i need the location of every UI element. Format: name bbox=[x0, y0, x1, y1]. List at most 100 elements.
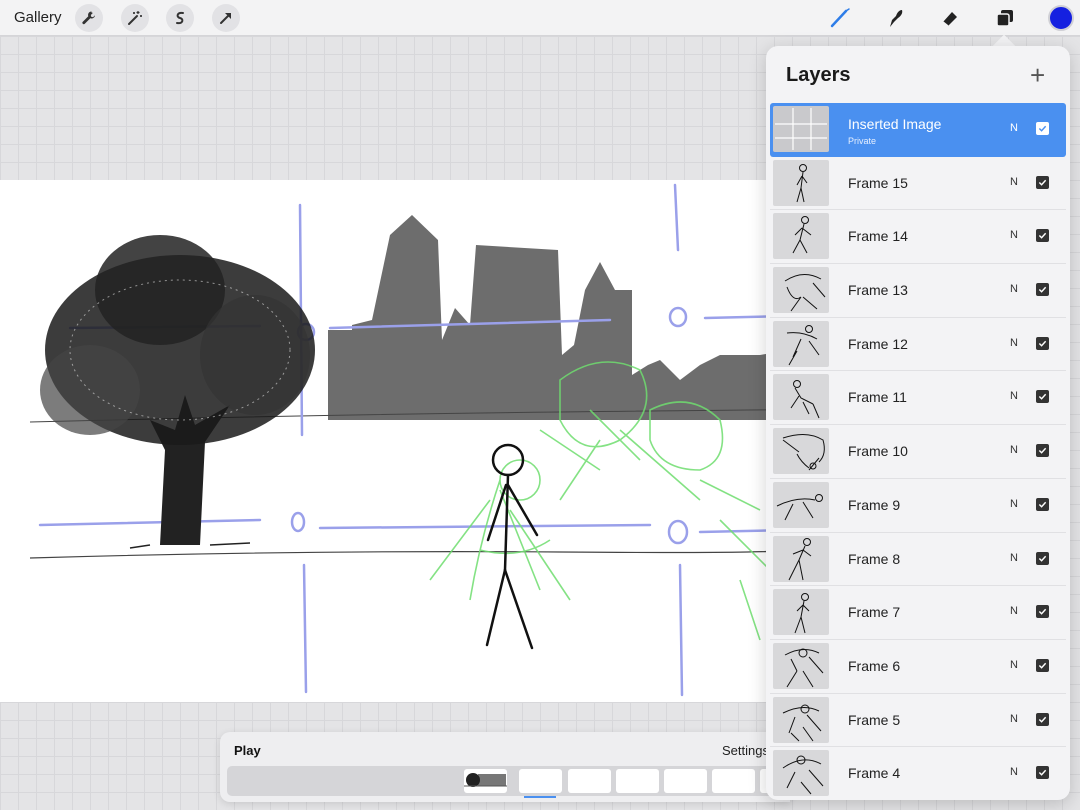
layer-row[interactable]: Frame 15 N bbox=[770, 157, 1066, 211]
top-toolbar: Gallery bbox=[0, 0, 1080, 36]
layer-thumbnail[interactable] bbox=[773, 589, 829, 636]
gallery-button[interactable]: Gallery bbox=[14, 9, 62, 26]
layer-visibility-checkbox[interactable] bbox=[1036, 766, 1049, 780]
frame-thumb[interactable] bbox=[519, 769, 562, 793]
checkmark-icon bbox=[1038, 286, 1047, 293]
smudge-icon[interactable] bbox=[882, 5, 908, 31]
layer-thumbnail[interactable] bbox=[773, 642, 829, 689]
layer-thumbnail[interactable] bbox=[773, 106, 829, 152]
tree-drawing bbox=[40, 235, 315, 549]
checkmark-icon bbox=[1038, 770, 1047, 777]
blend-mode-button[interactable]: N bbox=[1010, 283, 1018, 295]
layer-visibility-checkbox[interactable] bbox=[1036, 175, 1049, 189]
layer-visibility-checkbox[interactable] bbox=[1036, 712, 1049, 726]
magic-wand-icon[interactable] bbox=[121, 4, 149, 32]
layer-name: Frame 4 bbox=[848, 765, 901, 782]
layer-name: Frame 9 bbox=[848, 496, 901, 513]
layer-visibility-checkbox[interactable] bbox=[1036, 336, 1049, 350]
checkmark-icon bbox=[1038, 447, 1047, 454]
eraser-icon[interactable] bbox=[937, 5, 963, 31]
layer-name: Frame 10 bbox=[848, 443, 908, 460]
settings-button[interactable]: Settings bbox=[722, 743, 769, 758]
layer-name: Frame 11 bbox=[848, 389, 907, 406]
layer-name: Inserted Image bbox=[848, 116, 942, 132]
layer-list: Inserted Image Private N Frame 15 N Frame 14 N… bbox=[770, 103, 1066, 800]
layer-visibility-checkbox[interactable] bbox=[1036, 658, 1049, 672]
layer-thumbnail[interactable] bbox=[773, 320, 829, 367]
checkmark-icon bbox=[1038, 555, 1047, 562]
blend-mode-button[interactable]: N bbox=[1010, 766, 1018, 778]
frame-thumb[interactable] bbox=[568, 769, 611, 793]
layer-name: Frame 15 bbox=[848, 174, 908, 191]
layer-row[interactable]: Frame 14 N bbox=[770, 210, 1066, 265]
blend-mode-button[interactable]: N bbox=[1010, 659, 1018, 671]
drawing-canvas[interactable] bbox=[0, 180, 790, 702]
layer-thumbnail[interactable] bbox=[773, 535, 829, 582]
layer-row[interactable]: Frame 8 N bbox=[770, 533, 1066, 587]
layer-row[interactable]: Frame 10 N bbox=[770, 425, 1066, 479]
blend-mode-button[interactable]: N bbox=[1010, 605, 1018, 617]
layer-row[interactable]: Inserted Image Private N bbox=[770, 103, 1066, 157]
layer-visibility-checkbox[interactable] bbox=[1036, 229, 1049, 243]
layer-visibility-checkbox[interactable] bbox=[1036, 551, 1049, 565]
layer-thumbnail[interactable] bbox=[773, 750, 829, 797]
layer-visibility-checkbox[interactable] bbox=[1036, 497, 1049, 511]
frame-thumb[interactable] bbox=[664, 769, 707, 793]
layer-thumbnail[interactable] bbox=[773, 428, 829, 475]
frame-thumb[interactable] bbox=[464, 769, 507, 793]
blend-mode-button[interactable]: N bbox=[1010, 337, 1018, 349]
play-button[interactable]: Play bbox=[234, 743, 261, 758]
layer-row[interactable]: Frame 4 N bbox=[770, 747, 1066, 800]
blend-mode-button[interactable]: N bbox=[1010, 713, 1018, 725]
blend-mode-button[interactable]: N bbox=[1010, 444, 1018, 456]
layer-row[interactable]: Frame 5 N bbox=[770, 694, 1066, 748]
layer-name: Frame 7 bbox=[848, 604, 901, 621]
blend-mode-button[interactable]: N bbox=[1010, 122, 1018, 134]
layer-name: Frame 13 bbox=[848, 282, 908, 299]
layer-visibility-checkbox[interactable] bbox=[1036, 122, 1049, 135]
layer-visibility-checkbox[interactable] bbox=[1036, 605, 1049, 619]
layer-visibility-checkbox[interactable] bbox=[1036, 444, 1049, 458]
layer-row[interactable]: Frame 6 N bbox=[770, 640, 1066, 694]
layer-thumbnail[interactable] bbox=[773, 267, 829, 314]
color-picker-swatch[interactable] bbox=[1048, 5, 1074, 31]
blend-mode-button[interactable]: N bbox=[1010, 176, 1018, 188]
layers-icon[interactable] bbox=[992, 5, 1018, 31]
blend-mode-button[interactable]: N bbox=[1010, 229, 1018, 241]
layer-name: Frame 8 bbox=[848, 550, 901, 567]
layers-panel: Layers + Inserted Image Private N Frame 15 N… bbox=[766, 46, 1070, 800]
layer-name: Frame 12 bbox=[848, 335, 908, 352]
frame-thumb[interactable] bbox=[616, 769, 659, 793]
playhead-indicator bbox=[524, 796, 556, 798]
frame-timeline[interactable] bbox=[227, 766, 790, 796]
selection-icon[interactable] bbox=[166, 4, 194, 32]
canvas-artwork bbox=[29, 183, 790, 697]
layer-row[interactable]: Frame 9 N bbox=[770, 479, 1066, 533]
add-layer-button[interactable]: + bbox=[1030, 62, 1045, 88]
transform-arrow-icon[interactable] bbox=[212, 4, 240, 32]
layer-name: Frame 6 bbox=[848, 657, 901, 674]
layer-row[interactable]: Frame 7 N bbox=[770, 586, 1066, 640]
brush-icon[interactable] bbox=[827, 5, 853, 31]
layer-thumbnail[interactable] bbox=[773, 159, 829, 206]
layer-row[interactable]: Frame 12 N bbox=[770, 318, 1066, 372]
frame-thumb[interactable] bbox=[712, 769, 755, 793]
blend-mode-button[interactable]: N bbox=[1010, 552, 1018, 564]
checkmark-icon bbox=[1038, 501, 1047, 508]
blend-mode-button[interactable]: N bbox=[1010, 390, 1018, 402]
layer-thumbnail[interactable] bbox=[773, 481, 829, 528]
layer-thumbnail[interactable] bbox=[773, 374, 829, 421]
layer-thumbnail[interactable] bbox=[773, 213, 829, 260]
layers-panel-title: Layers bbox=[786, 64, 851, 86]
layer-thumbnail[interactable] bbox=[773, 696, 829, 743]
layer-name: Frame 5 bbox=[848, 711, 901, 728]
wrench-icon[interactable] bbox=[75, 4, 103, 32]
checkmark-icon bbox=[1038, 125, 1047, 132]
layer-row[interactable]: Frame 11 N bbox=[770, 371, 1066, 426]
checkmark-icon bbox=[1038, 394, 1047, 401]
animation-assist-bar: Play Settings bbox=[220, 732, 790, 802]
layer-row[interactable]: Frame 13 N bbox=[770, 264, 1066, 318]
blend-mode-button[interactable]: N bbox=[1010, 498, 1018, 510]
layer-visibility-checkbox[interactable] bbox=[1036, 283, 1049, 297]
layer-visibility-checkbox[interactable] bbox=[1036, 390, 1049, 404]
